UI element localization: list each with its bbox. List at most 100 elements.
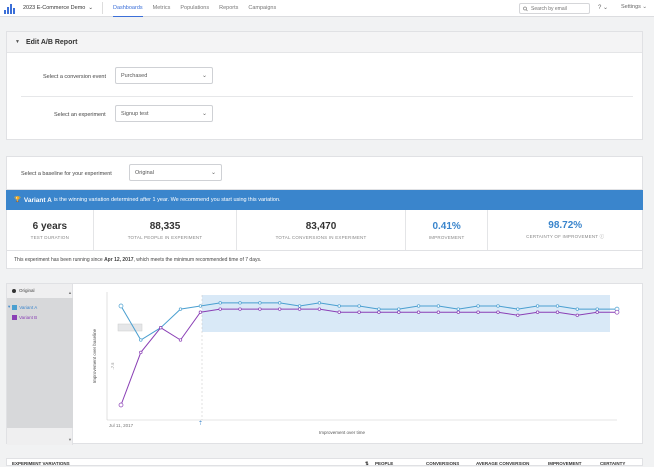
data-point[interactable]	[555, 304, 560, 308]
data-point[interactable]	[278, 307, 282, 311]
baseline-select[interactable]: Original ⌄	[129, 164, 222, 181]
legend-variant-a[interactable]: ▾ Variant A	[8, 304, 37, 310]
data-point[interactable]	[238, 301, 242, 305]
stat-test-duration: 6 years TEST DURATION	[7, 210, 94, 250]
divider	[101, 2, 103, 14]
data-point[interactable]	[238, 307, 242, 311]
data-point[interactable]	[357, 310, 361, 314]
data-point[interactable]	[297, 304, 302, 308]
sort-icon[interactable]: ⇅	[365, 461, 369, 467]
stats-row: 6 years TEST DURATION 88,335 TOTAL PEOPL…	[6, 210, 643, 251]
data-point[interactable]	[436, 304, 441, 308]
data-point[interactable]	[317, 301, 322, 305]
col-experiment-variations[interactable]: EXPERIMENT VARIATIONS	[12, 461, 70, 466]
y-axis-label: Improvement over baseline	[92, 328, 97, 383]
stat-value: 83,470	[305, 220, 337, 232]
data-point[interactable]	[377, 307, 381, 311]
original-marker-icon	[12, 288, 16, 293]
data-point[interactable]	[516, 307, 520, 311]
project-selector[interactable]: 2023 E-Commerce Demo ⌄	[23, 5, 93, 11]
variant-b-checkbox[interactable]	[12, 315, 17, 320]
baseline-value: Original	[135, 169, 154, 176]
data-point[interactable]	[118, 303, 124, 309]
data-point[interactable]	[337, 310, 341, 314]
data-point[interactable]	[178, 338, 183, 342]
divider	[21, 96, 633, 97]
data-point[interactable]	[476, 304, 480, 308]
conversion-event-select[interactable]: Purchased ⌄	[115, 67, 213, 84]
data-point[interactable]	[178, 307, 183, 311]
help-icon: ?	[598, 5, 602, 11]
data-point[interactable]	[456, 307, 460, 311]
data-point[interactable]	[397, 307, 401, 311]
data-point[interactable]	[614, 309, 620, 315]
data-point[interactable]	[139, 350, 143, 355]
conversion-event-label: Select a conversion event	[43, 74, 106, 80]
data-point[interactable]	[416, 310, 421, 314]
data-point[interactable]	[317, 307, 322, 311]
data-point[interactable]	[198, 310, 203, 314]
data-point[interactable]	[535, 310, 540, 314]
data-point[interactable]	[496, 304, 500, 308]
data-point[interactable]	[357, 304, 361, 308]
data-point[interactable]	[258, 307, 262, 311]
search-box[interactable]	[519, 3, 590, 14]
col-average-conversion[interactable]: AVERAGE CONVERSION	[476, 461, 529, 466]
data-point[interactable]	[456, 310, 460, 314]
trophy-icon: 🏆	[14, 197, 21, 203]
nav-reports[interactable]: Reports	[219, 0, 238, 17]
data-point[interactable]	[258, 301, 262, 305]
nav-campaigns[interactable]: Campaigns	[248, 0, 276, 17]
data-point[interactable]	[575, 313, 579, 317]
data-point[interactable]	[595, 307, 599, 311]
settings-menu[interactable]: Settings ⌄	[621, 4, 647, 10]
note-date: Apr 12, 2017	[104, 257, 134, 263]
app-logo-icon[interactable]	[4, 2, 16, 14]
help-menu[interactable]: ? ⌄	[598, 4, 608, 11]
info-icon[interactable]: ⓘ	[600, 234, 605, 239]
variant-a-checkbox[interactable]	[12, 304, 18, 310]
data-point[interactable]	[436, 310, 441, 314]
collapse-triangle-icon[interactable]: ▼	[15, 39, 20, 45]
pin-icon[interactable]: ⇡	[198, 420, 203, 427]
nav-metrics[interactable]: Metrics	[153, 0, 171, 17]
data-point[interactable]	[198, 304, 203, 308]
data-point[interactable]	[218, 301, 222, 305]
data-point[interactable]	[377, 310, 381, 314]
scroll-down-icon[interactable]: ▼	[68, 437, 72, 442]
nav-dashboards[interactable]: Dashboards	[112, 0, 143, 17]
nav-populations[interactable]: Populations	[180, 0, 209, 17]
legend-variant-b[interactable]: Variant B	[12, 315, 37, 320]
ab-report-header[interactable]: ▼ Edit A/B Report	[7, 32, 642, 53]
data-point[interactable]	[139, 338, 143, 342]
experiment-select[interactable]: Signup test ⌄	[115, 105, 213, 122]
col-improvement[interactable]: IMPROVEMENT	[548, 461, 582, 466]
col-certainty[interactable]: CERTAINTY	[600, 461, 625, 466]
data-point[interactable]	[555, 310, 560, 314]
legend-original[interactable]: Original	[12, 288, 35, 293]
data-point[interactable]	[416, 304, 421, 308]
search-input[interactable]	[531, 5, 589, 12]
scroll-up-icon[interactable]: ▲	[68, 290, 72, 295]
data-point[interactable]	[297, 307, 302, 311]
winner-variant: Variant A	[23, 196, 52, 204]
data-point[interactable]	[118, 402, 124, 408]
col-people[interactable]: PEOPLE	[375, 461, 393, 466]
data-point[interactable]	[278, 301, 282, 305]
data-point[interactable]	[535, 304, 540, 308]
data-point[interactable]	[496, 310, 500, 314]
winner-text: is the winning variation determined afte…	[53, 197, 281, 203]
data-point[interactable]	[218, 307, 222, 311]
data-point[interactable]	[575, 307, 579, 311]
stat-value: 88,335	[149, 220, 181, 232]
data-point[interactable]	[476, 310, 480, 314]
confidence-band	[202, 295, 610, 332]
data-point[interactable]	[595, 310, 599, 314]
data-point[interactable]	[159, 326, 163, 330]
data-point[interactable]	[337, 304, 341, 308]
col-conversions[interactable]: CONVERSIONS	[426, 461, 459, 466]
ab-report-title: Edit A/B Report	[25, 38, 78, 46]
experiment-note: This experiment has been running since A…	[6, 251, 643, 269]
data-point[interactable]	[516, 313, 520, 317]
data-point[interactable]	[397, 310, 401, 314]
